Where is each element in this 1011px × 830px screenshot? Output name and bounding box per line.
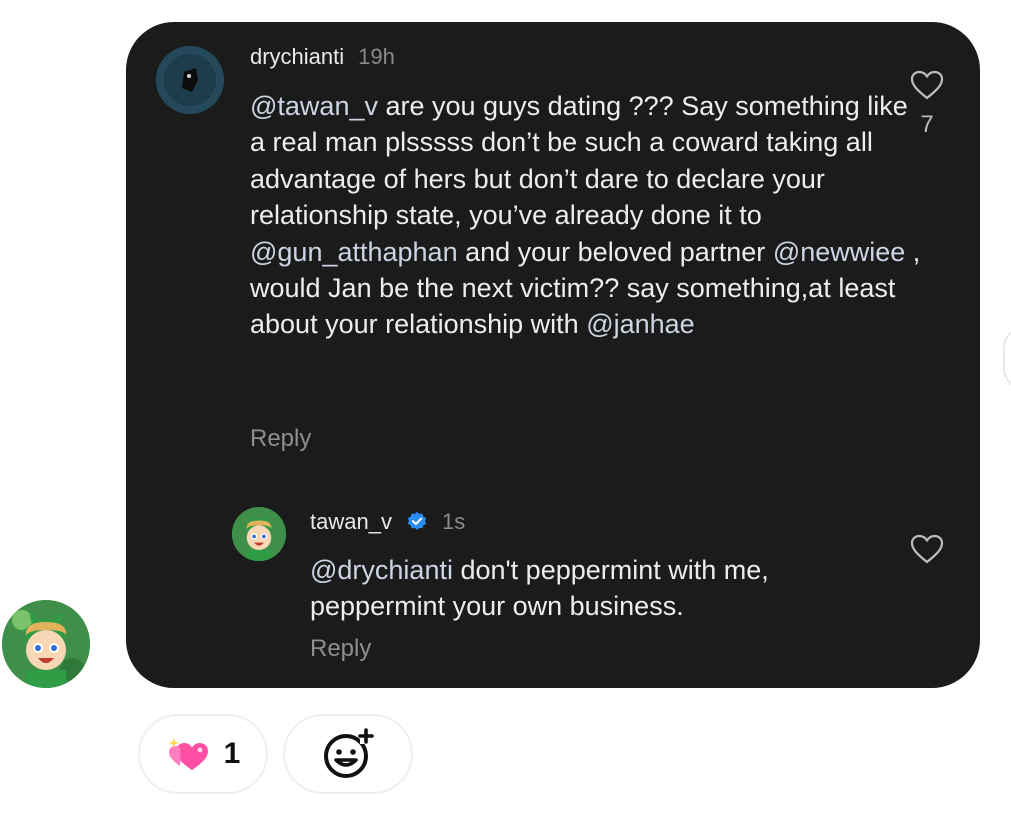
comment-header: drychianti 19h <box>250 44 395 70</box>
add-emoji-icon <box>324 728 374 778</box>
username[interactable]: drychianti <box>250 44 344 70</box>
comment-thread-card: drychianti 19h @tawan_v are you guys dat… <box>126 22 980 688</box>
mention-link[interactable]: @gun_atthaphan <box>250 237 458 267</box>
sender-avatar[interactable] <box>2 600 90 688</box>
comment-header: tawan_v 1s <box>310 509 465 535</box>
comment-text: @drychianti don't peppermint with me, pe… <box>310 552 870 625</box>
reaction-count: 1 <box>223 737 241 770</box>
cartoon-avatar-icon <box>232 507 286 561</box>
mention-link[interactable]: @tawan_v <box>250 91 378 121</box>
mention-link[interactable]: @drychianti <box>310 555 453 585</box>
comment-avatar-drychianti[interactable] <box>156 46 224 114</box>
screenshot-page: drychianti 19h @tawan_v are you guys dat… <box>0 0 1011 830</box>
heart-outline-icon[interactable] <box>910 70 944 100</box>
username[interactable]: tawan_v <box>310 509 392 535</box>
timestamp: 1s <box>441 509 466 534</box>
partial-button-edge[interactable] <box>1003 326 1011 390</box>
timestamp: 19h <box>358 44 395 69</box>
mention-link[interactable]: @janhae <box>586 309 695 339</box>
comment-text-segment: and your beloved partner <box>457 236 773 267</box>
like-count: 7 <box>920 111 934 138</box>
heart-outline-icon[interactable] <box>910 534 944 564</box>
reply-button[interactable]: Reply <box>310 635 371 663</box>
profile-photo-icon <box>156 46 224 114</box>
add-reaction-button[interactable] <box>283 714 413 794</box>
like-button[interactable]: 7 <box>907 70 947 139</box>
comment-text: @tawan_v are you guys dating ??? Say som… <box>250 88 930 343</box>
comment-avatar-tawan_v[interactable] <box>232 507 286 561</box>
like-button[interactable] <box>907 534 947 569</box>
reaction-pill[interactable]: 1 <box>138 714 268 794</box>
mention-link[interactable]: @newwiee <box>773 237 905 267</box>
reply-button[interactable]: Reply <box>250 425 311 453</box>
cartoon-avatar-icon <box>2 600 90 688</box>
verified-badge-icon <box>407 511 427 530</box>
sparkling-heart-icon <box>168 738 208 770</box>
